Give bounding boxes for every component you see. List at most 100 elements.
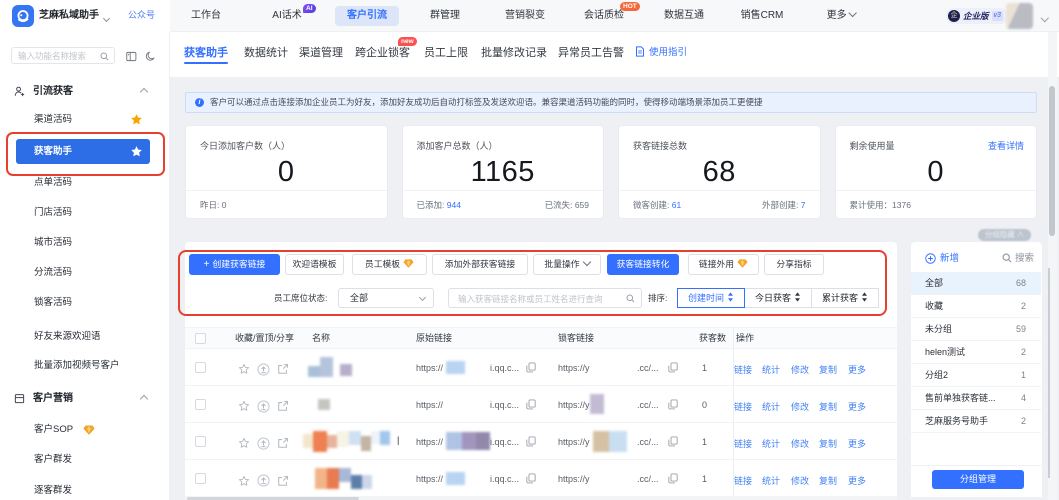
tab-data-statistics[interactable]: 数据统计 bbox=[244, 32, 288, 77]
action-more[interactable]: 更多 bbox=[848, 363, 866, 376]
group-search-button[interactable]: 搜索 bbox=[1002, 251, 1034, 267]
vscrollbar-thumb[interactable] bbox=[1049, 86, 1055, 236]
action-link[interactable]: 链接 bbox=[734, 437, 752, 450]
action-link[interactable]: 链接 bbox=[734, 363, 752, 376]
sidebar-item-city-code[interactable]: 城市活码 bbox=[0, 236, 170, 250]
row-checkbox[interactable] bbox=[195, 362, 206, 373]
mp-account-link[interactable]: 公众号 bbox=[128, 0, 155, 31]
copy-icon[interactable] bbox=[668, 473, 678, 484]
wk-created-link[interactable]: 61 bbox=[672, 200, 681, 210]
sort-by-today[interactable]: 今日获客 bbox=[744, 288, 812, 308]
add-group-button[interactable]: 新增 bbox=[925, 251, 959, 267]
account-chevron-down-icon[interactable] bbox=[1042, 12, 1048, 22]
copy-icon[interactable] bbox=[526, 399, 536, 410]
favorite-star-icon[interactable] bbox=[130, 113, 143, 126]
link-convert-button[interactable]: 获客链接转化 bbox=[607, 254, 679, 275]
link-external-use-button[interactable]: 链接外用 bbox=[688, 254, 759, 275]
group-item-service-assistant[interactable]: 芝麻服务号助手2 bbox=[911, 410, 1041, 433]
action-link[interactable]: 链接 bbox=[734, 400, 752, 413]
add-external-link-button[interactable]: 添加外部获客链接 bbox=[432, 254, 528, 275]
copy-icon[interactable] bbox=[526, 436, 536, 447]
sidebar-item-order-code[interactable]: 点单活码 bbox=[0, 176, 170, 190]
action-edit[interactable]: 修改 bbox=[791, 363, 809, 376]
nav-more[interactable]: 更多 bbox=[827, 0, 856, 32]
action-copy[interactable]: 复制 bbox=[819, 400, 837, 413]
nav-sales-crm[interactable]: 销售CRM bbox=[741, 0, 784, 32]
group-item-presale[interactable]: 售前单独获客链...4 bbox=[911, 387, 1041, 410]
tab-staff-limit[interactable]: 员工上限 bbox=[424, 32, 468, 77]
nav-ai-script[interactable]: AI话术 bbox=[272, 0, 301, 32]
collapse-sidebar-icon[interactable] bbox=[126, 51, 137, 62]
sort-by-total[interactable]: 累计获客 bbox=[811, 288, 879, 308]
copy-icon[interactable] bbox=[668, 399, 678, 410]
horizontal-scrollbar[interactable] bbox=[185, 496, 897, 500]
added-count-link[interactable]: 944 bbox=[447, 200, 461, 210]
copy-icon[interactable] bbox=[526, 473, 536, 484]
staff-template-button[interactable]: 员工模板 bbox=[352, 254, 427, 275]
sidebar-item-friend-welcome[interactable]: 好友来源欢迎语 bbox=[0, 330, 170, 344]
group-manage-button[interactable]: 分组管理 bbox=[932, 470, 1024, 489]
group-item-helen-test[interactable]: helen测试2 bbox=[911, 341, 1041, 364]
sidebar-search[interactable] bbox=[11, 47, 115, 64]
action-more[interactable]: 更多 bbox=[848, 474, 866, 487]
sidebar-section-acquisition[interactable]: 引流获客 bbox=[0, 85, 170, 99]
pin-top-icon[interactable] bbox=[257, 437, 270, 450]
nav-workbench[interactable]: 工作台 bbox=[191, 0, 221, 32]
avatar[interactable] bbox=[1006, 3, 1033, 29]
sidebar-item-customer-sop[interactable]: 客户SOP bbox=[0, 423, 170, 437]
action-link[interactable]: 链接 bbox=[734, 474, 752, 487]
external-created-link[interactable]: 7 bbox=[801, 200, 806, 210]
action-stats[interactable]: 统计 bbox=[762, 363, 780, 376]
sidebar-item-acquisition-assistant-selected[interactable]: 获客助手 bbox=[16, 139, 150, 164]
sort-by-create-time[interactable]: 创建时间 bbox=[677, 288, 745, 308]
link-search-input[interactable] bbox=[458, 290, 618, 307]
tab-batch-modify-log[interactable]: 批量修改记录 bbox=[481, 32, 547, 77]
action-more[interactable]: 更多 bbox=[848, 437, 866, 450]
create-link-button[interactable]: +创建获客链接 bbox=[189, 254, 280, 275]
row-checkbox[interactable] bbox=[195, 436, 206, 447]
nav-chat-inspection[interactable]: 会话质检 bbox=[584, 0, 624, 32]
pin-top-icon[interactable] bbox=[257, 363, 270, 376]
copy-icon[interactable] bbox=[526, 362, 536, 373]
action-edit[interactable]: 修改 bbox=[791, 437, 809, 450]
tab-acquisition-assistant[interactable]: 获客助手 bbox=[184, 32, 228, 77]
sidebar-item-lock-code[interactable]: 锁客活码 bbox=[0, 296, 170, 310]
group-item-ungrouped[interactable]: 未分组59 bbox=[911, 318, 1041, 341]
tab-abnormal-staff-alert[interactable]: 异常员工告警 bbox=[558, 32, 624, 77]
row-checkbox[interactable] bbox=[195, 473, 206, 484]
action-stats[interactable]: 统计 bbox=[762, 400, 780, 413]
share-icon[interactable] bbox=[277, 400, 289, 412]
favorite-star-icon[interactable] bbox=[238, 475, 250, 487]
batch-operations-button[interactable]: 批量操作 bbox=[533, 254, 601, 275]
nav-customer-acquisition[interactable]: 客户引流 bbox=[335, 6, 399, 26]
welcome-template-button[interactable]: 欢迎语模板 bbox=[285, 254, 344, 275]
nav-data-interop[interactable]: 数据互通 bbox=[664, 0, 704, 32]
sidebar-item-chase-broadcast[interactable]: 逐客群发 bbox=[0, 484, 170, 498]
action-stats[interactable]: 统计 bbox=[762, 474, 780, 487]
share-icon[interactable] bbox=[277, 475, 289, 487]
action-copy[interactable]: 复制 bbox=[819, 437, 837, 450]
seat-status-select[interactable]: 全部 bbox=[338, 288, 434, 308]
favorite-star-icon[interactable] bbox=[238, 363, 250, 375]
nav-marketing-fission[interactable]: 营销裂变 bbox=[505, 0, 545, 32]
sidebar-section-marketing[interactable]: 客户营销 bbox=[0, 392, 170, 406]
dark-mode-moon-icon[interactable] bbox=[145, 51, 156, 62]
group-item-group2[interactable]: 分组21 bbox=[911, 364, 1041, 387]
sidebar-item-split-code[interactable]: 分流活码 bbox=[0, 266, 170, 280]
usage-guide-link[interactable]: 使用指引 bbox=[635, 32, 687, 77]
view-details-link[interactable]: 查看详情 bbox=[988, 139, 1024, 152]
action-more[interactable]: 更多 bbox=[848, 400, 866, 413]
copy-icon[interactable] bbox=[668, 362, 678, 373]
share-metrics-button[interactable]: 分享指标 bbox=[764, 254, 824, 275]
sidebar-search-input[interactable] bbox=[18, 48, 94, 63]
link-search-box[interactable] bbox=[448, 288, 642, 308]
hscrollbar-thumb[interactable] bbox=[187, 497, 359, 500]
sidebar-item-store-code[interactable]: 门店活码 bbox=[0, 206, 170, 220]
sidebar-item-customer-broadcast[interactable]: 客户群发 bbox=[0, 453, 170, 467]
brand-chevron-down-icon[interactable] bbox=[104, 13, 109, 18]
group-item-favorites[interactable]: 收藏2 bbox=[911, 295, 1041, 318]
favorite-star-icon[interactable] bbox=[130, 145, 143, 158]
select-all-checkbox[interactable] bbox=[195, 333, 206, 344]
app-logo-icon[interactable] bbox=[12, 5, 34, 27]
row-checkbox[interactable] bbox=[195, 399, 206, 410]
